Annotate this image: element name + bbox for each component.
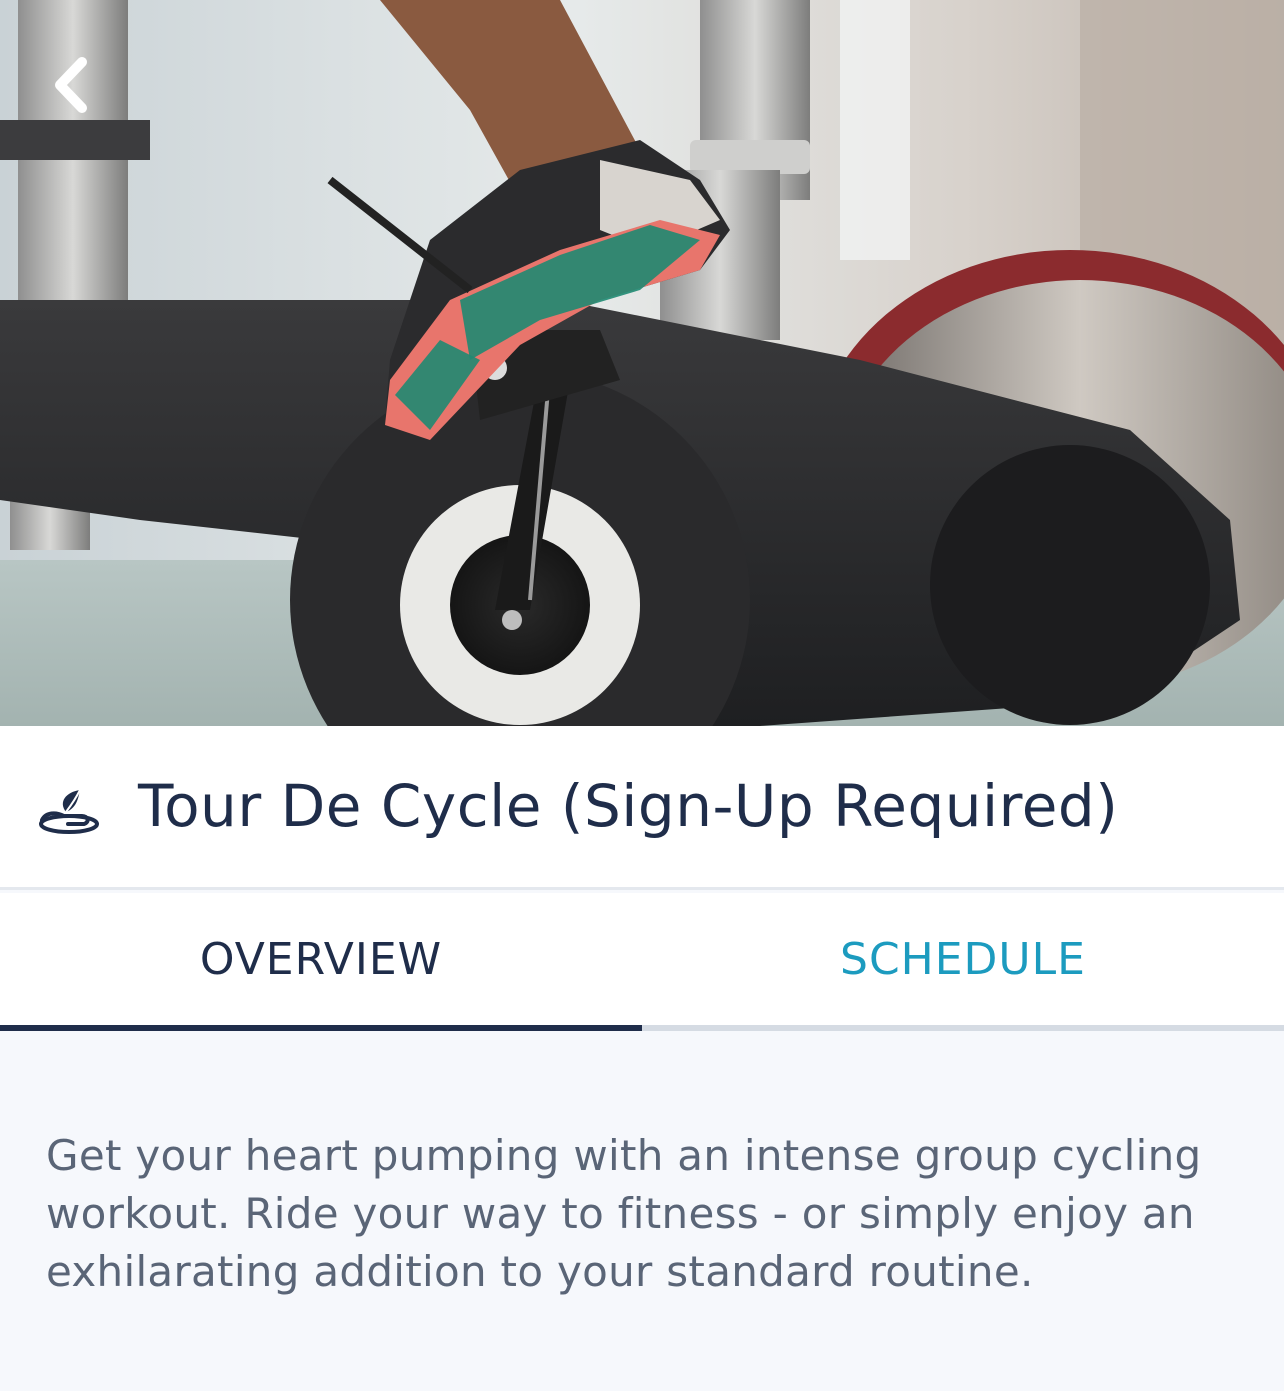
cycling-photo xyxy=(0,0,1284,726)
overview-panel: Get your heart pumping with an intense g… xyxy=(0,1031,1284,1391)
chevron-left-icon xyxy=(55,57,87,113)
tab-overview-label: OVERVIEW xyxy=(199,933,443,985)
tab-schedule-label: SCHEDULE xyxy=(840,933,1086,985)
leaf-hand-icon xyxy=(39,789,99,834)
class-header: Tour De Cycle (Sign-Up Required) xyxy=(0,726,1284,890)
tab-schedule[interactable]: SCHEDULE xyxy=(642,893,1284,1031)
class-title: Tour De Cycle (Sign-Up Required) xyxy=(138,772,1119,840)
hero-image xyxy=(0,0,1284,726)
tab-bar: OVERVIEW SCHEDULE xyxy=(0,893,1284,1031)
class-description: Get your heart pumping with an intense g… xyxy=(46,1131,1202,1296)
tab-overview[interactable]: OVERVIEW xyxy=(0,893,642,1031)
back-button[interactable] xyxy=(28,40,112,130)
